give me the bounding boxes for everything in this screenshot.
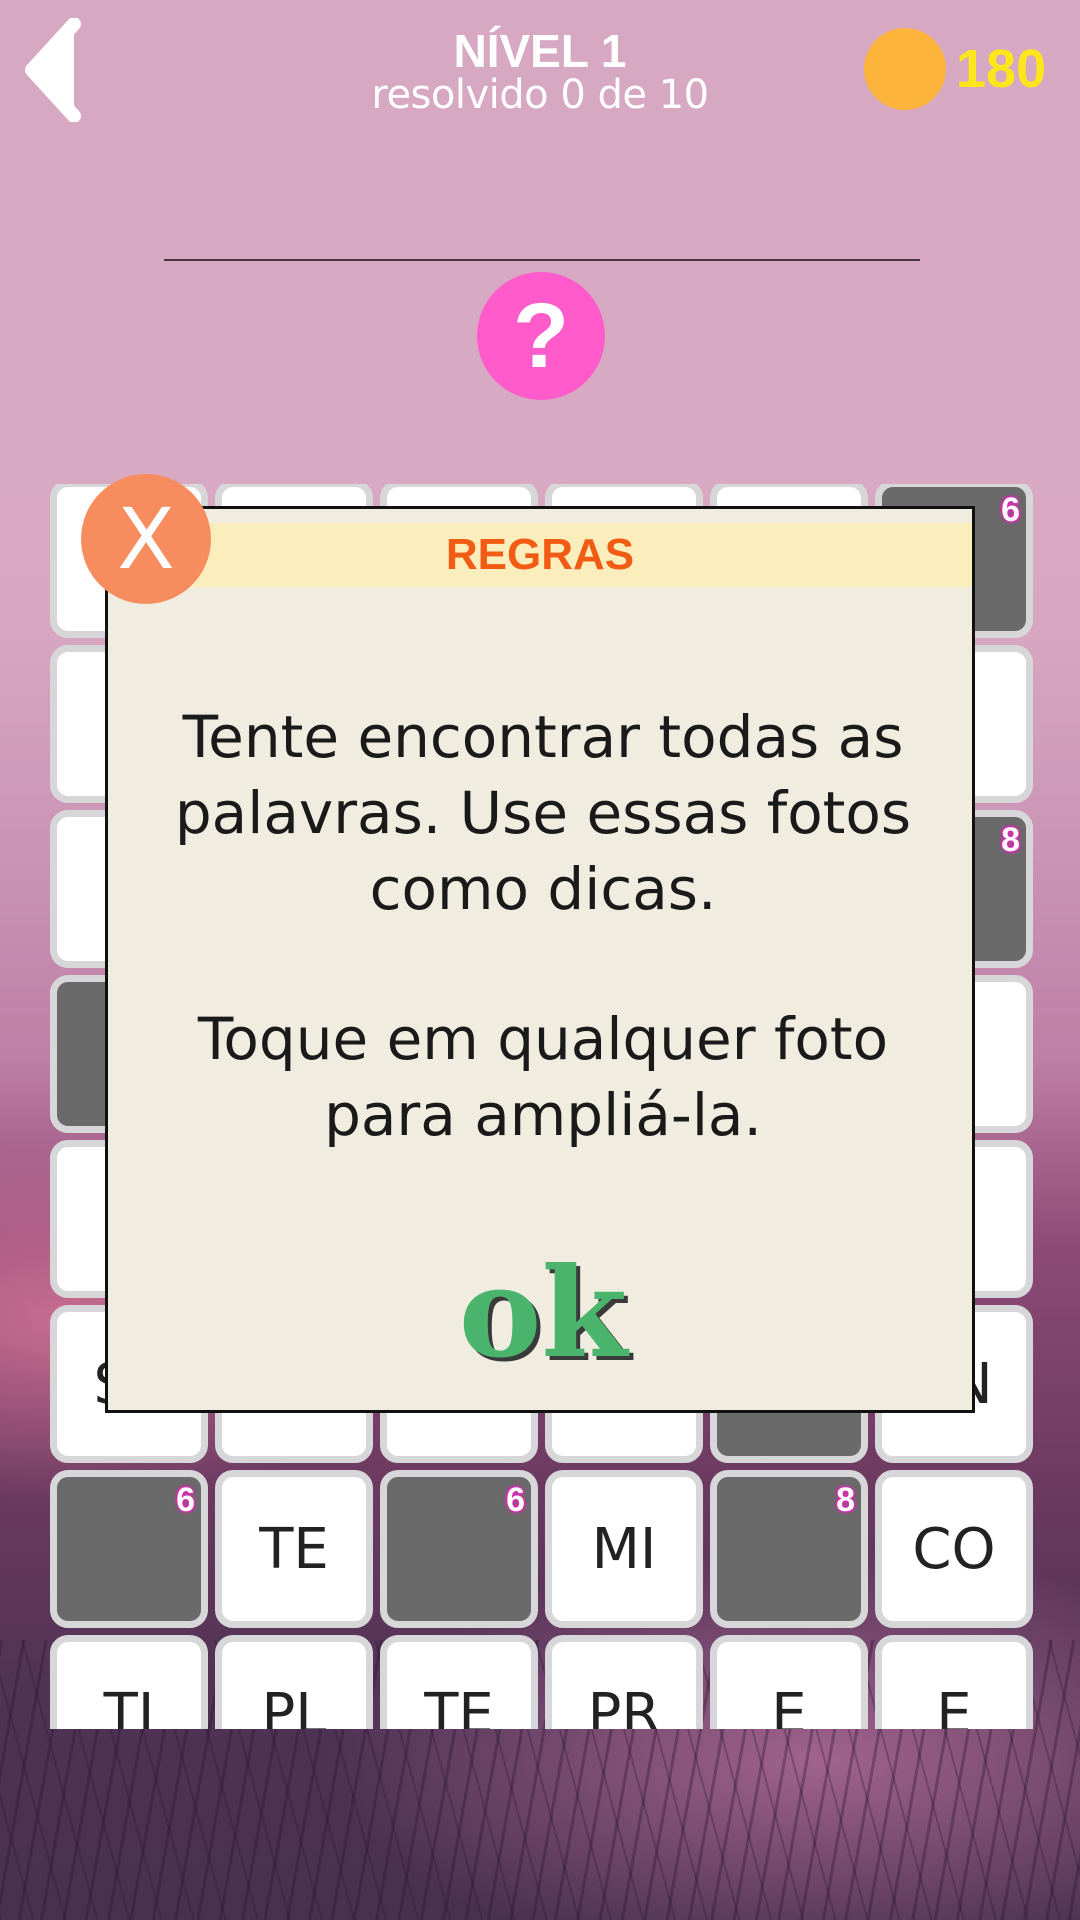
letter-tile[interactable]: PR bbox=[545, 1635, 703, 1729]
letter-tile[interactable]: TI bbox=[50, 1635, 208, 1729]
letter-count-badge: 6 bbox=[176, 1481, 195, 1519]
tile-letters: E bbox=[771, 1681, 807, 1730]
letter-count-badge: 6 bbox=[506, 1481, 525, 1519]
letter-tile[interactable]: CO bbox=[875, 1470, 1033, 1628]
letter-tile[interactable]: E bbox=[710, 1635, 868, 1729]
back-button[interactable] bbox=[22, 17, 84, 123]
back-arrow-icon bbox=[25, 17, 81, 123]
letter-tile[interactable]: TE bbox=[215, 1470, 373, 1628]
photo-tile[interactable]: 8 bbox=[710, 1470, 868, 1628]
modal-body: Tente encontrar todas as palavras. Use e… bbox=[148, 699, 938, 1153]
answer-line bbox=[164, 259, 920, 261]
photo-tile[interactable]: 6 bbox=[380, 1470, 538, 1628]
tile-letters: CO bbox=[912, 1516, 996, 1582]
tile-letters: PR bbox=[587, 1681, 661, 1730]
ok-button[interactable]: ok bbox=[408, 1249, 678, 1379]
letter-tile[interactable]: MI bbox=[545, 1470, 703, 1628]
tile-letters: E bbox=[936, 1681, 972, 1730]
rules-text-1: Tente encontrar todas as palavras. Use e… bbox=[174, 703, 912, 923]
hint-button[interactable]: ? bbox=[477, 272, 605, 400]
letter-tile[interactable]: TE bbox=[380, 1635, 538, 1729]
letter-count-badge: 6 bbox=[1001, 491, 1020, 529]
rules-text-2: Toque em qualquer foto para ampliá-la. bbox=[197, 1005, 889, 1149]
tile-letters: TI bbox=[103, 1681, 155, 1730]
letter-count-badge: 8 bbox=[836, 1481, 855, 1519]
letter-count-badge: 8 bbox=[1001, 821, 1020, 859]
coin-icon bbox=[864, 28, 946, 110]
close-button[interactable]: X bbox=[81, 474, 211, 604]
letter-tile[interactable]: PL bbox=[215, 1635, 373, 1729]
photo-tile[interactable]: 6 bbox=[50, 1470, 208, 1628]
tile-letters: TE bbox=[259, 1516, 329, 1582]
tile-letters: TE bbox=[424, 1681, 494, 1730]
level-title: NÍVEL 1 bbox=[453, 25, 627, 77]
level-progress: resolvido 0 de 10 bbox=[371, 72, 709, 118]
rules-modal: REGRAS Tente encontrar todas as palavras… bbox=[105, 506, 975, 1413]
coin-count: 180 bbox=[956, 39, 1047, 99]
modal-title: REGRAS bbox=[108, 523, 972, 587]
letter-tile[interactable]: E bbox=[875, 1635, 1033, 1729]
tile-letters: PL bbox=[261, 1681, 327, 1730]
tile-letters: MI bbox=[591, 1516, 657, 1582]
